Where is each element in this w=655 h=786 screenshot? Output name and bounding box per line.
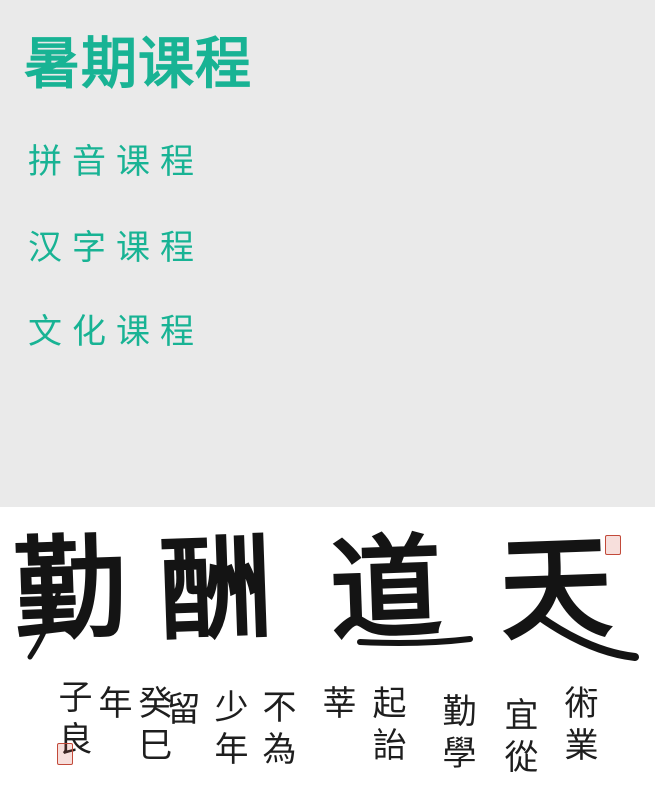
inscription-column-6: 不為 [256, 689, 296, 773]
calligraphy-artwork: 勤 酬 道 天 術業 宜從 勤學 起詒 莘 不為 少年 留 癸巳年 子良 [0, 507, 655, 786]
red-seal-stamp-bottom [57, 743, 73, 765]
calligraphy-main-char-2: 酬 [157, 522, 275, 657]
inscription-column-7: 少年 [208, 689, 248, 773]
inscription-column-5: 莘 [316, 685, 356, 727]
menu-item-chinese-characters-course[interactable]: 汉字课程 [28, 225, 204, 271]
menu-item-pinyin-course[interactable]: 拼音课程 [28, 139, 204, 185]
inscription-column-2: 宜從 [498, 697, 538, 781]
inscription-column-9: 癸巳年 [92, 685, 172, 769]
calligraphy-main-char-1: 勤 [11, 522, 129, 657]
red-seal-stamp-top [605, 535, 621, 555]
inscription-column-3: 勤學 [436, 693, 476, 777]
menu-title: 暑期课程 [24, 32, 252, 97]
menu-panel: 暑期课程 拼音课程 汉字课程 文化课程 [0, 0, 655, 507]
inscription-column-4: 起詒 [366, 685, 406, 769]
menu-item-culture-course[interactable]: 文化课程 [28, 309, 204, 355]
calligraphy-main-char-3: 道 [327, 522, 445, 657]
inscription-column-1: 術業 [558, 685, 598, 769]
calligraphy-main-char-4: 天 [497, 522, 615, 657]
